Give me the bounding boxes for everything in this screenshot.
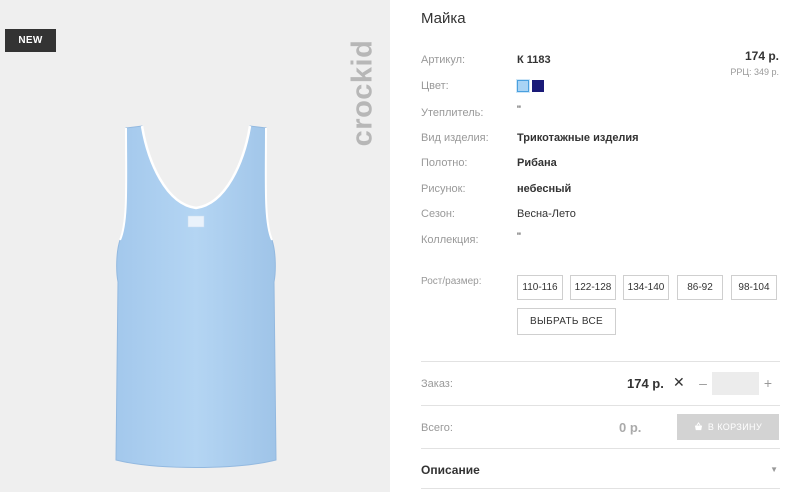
close-icon[interactable]: ✕: [673, 374, 687, 390]
divider: [421, 448, 780, 449]
attr-value-article: К 1183: [517, 54, 551, 66]
size-option-98-104[interactable]: 98-104: [731, 275, 777, 300]
color-swatch-navy[interactable]: [532, 80, 544, 92]
attr-label-collection: Коллекция:: [421, 234, 479, 246]
attr-label-pattern: Рисунок:: [421, 183, 466, 195]
size-label: Рост/размер:: [421, 276, 482, 287]
product-price: 174 р.: [744, 49, 779, 63]
select-all-button[interactable]: ВЫБРАТЬ ВСЕ: [517, 308, 616, 335]
divider: [421, 405, 780, 406]
quantity-input[interactable]: [712, 372, 759, 395]
divider: [421, 361, 780, 362]
product-details: Майка 174 р. РРЦ: 349 р. Артикул: К 1183…: [421, 0, 780, 492]
size-option-110-116[interactable]: 110-116: [517, 275, 563, 300]
color-swatch-light-blue[interactable]: [516, 79, 530, 93]
add-to-cart-label: В КОРЗИНУ: [707, 422, 763, 432]
order-price: 174 р.: [627, 376, 664, 391]
quantity-decrease-button[interactable]: –: [697, 374, 709, 392]
attr-value-fabric: Рибана: [517, 157, 557, 169]
description-heading[interactable]: Описание: [421, 463, 480, 477]
attr-label-product-type: Вид изделия:: [421, 132, 489, 144]
chevron-down-icon[interactable]: ▼: [770, 465, 778, 474]
divider: [421, 488, 780, 489]
add-to-cart-button[interactable]: В КОРЗИНУ: [677, 414, 779, 440]
tank-top-image: [115, 125, 277, 468]
attr-value-product-type: Трикотажные изделия: [517, 132, 639, 144]
attr-label-fabric: Полотно:: [421, 157, 468, 169]
attr-label-insulation: Утеплитель:: [421, 107, 484, 119]
new-badge: NEW: [5, 29, 56, 52]
attr-value-insulation: ": [517, 104, 521, 116]
basket-icon: [694, 422, 703, 431]
total-label: Всего:: [421, 422, 453, 434]
size-option-134-140[interactable]: 134-140: [623, 275, 669, 300]
recommended-price: РРЦ: 349 р.: [730, 67, 779, 77]
attr-value-collection: ": [517, 231, 521, 243]
product-photo: NEW crockid: [0, 0, 390, 492]
size-option-122-128[interactable]: 122-128: [570, 275, 616, 300]
total-value: 0 р.: [619, 420, 642, 435]
attr-label-color: Цвет:: [421, 80, 449, 92]
quantity-increase-button[interactable]: +: [762, 374, 774, 392]
attr-value-pattern: небесный: [517, 183, 572, 195]
attr-label-article: Артикул:: [421, 54, 466, 66]
product-title: Майка: [421, 10, 466, 27]
brand-logo: crockid: [345, 20, 381, 165]
attr-label-season: Сезон:: [421, 208, 455, 220]
attr-value-season: Весна-Лето: [517, 208, 576, 220]
size-option-86-92[interactable]: 86-92: [677, 275, 723, 300]
order-label: Заказ:: [421, 378, 453, 390]
brand-logo-text: crockid: [346, 39, 379, 146]
